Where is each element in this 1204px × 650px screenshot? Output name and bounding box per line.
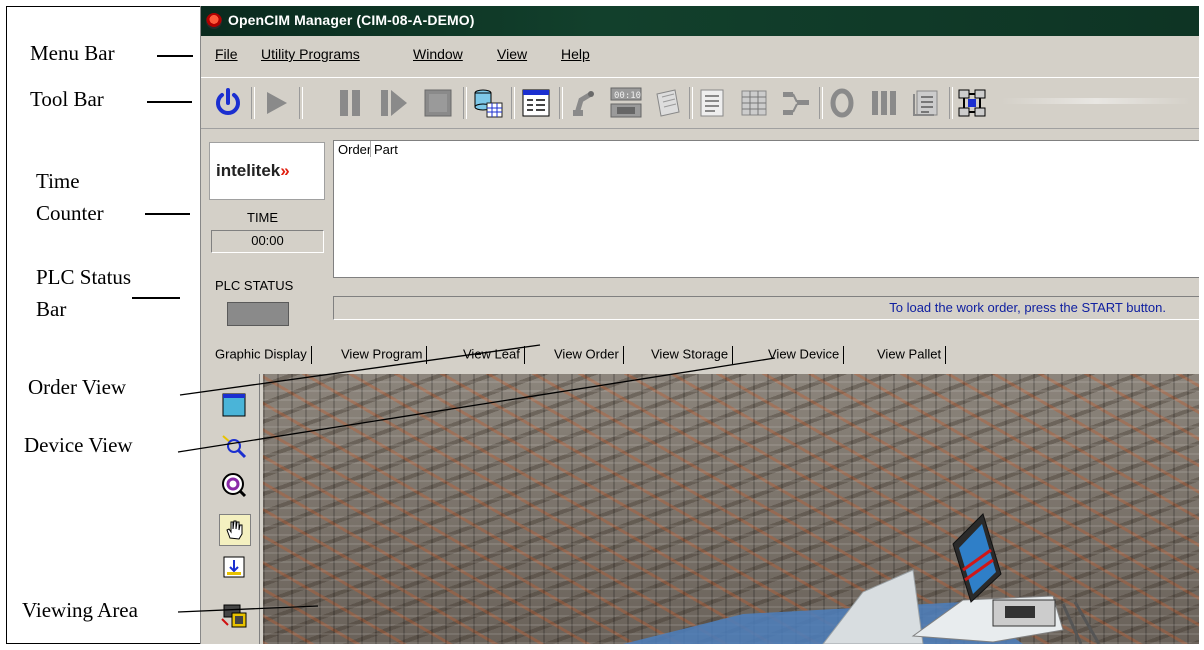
toolbar-separator (689, 87, 693, 119)
plc-status-label: PLC STATUS (215, 278, 294, 293)
toolbar-separator (511, 87, 515, 119)
window-icon[interactable] (219, 390, 249, 420)
tab-graphic-display[interactable]: Graphic Display (215, 346, 312, 366)
leader-time-counter (145, 213, 190, 215)
toolbar-separator (949, 87, 953, 119)
logo-text: intelitek (216, 161, 281, 180)
menu-file[interactable]: File (215, 46, 238, 62)
power-icon[interactable] (211, 86, 245, 120)
pause-icon[interactable] (333, 86, 367, 120)
annotation-device-view: Device View (24, 433, 133, 457)
menu-bar: File Utility Programs Window View Help (201, 39, 1199, 69)
leader-tool-bar (147, 101, 192, 103)
annotation-viewing-area: Viewing Area (22, 598, 138, 622)
menu-utility-programs[interactable]: Utility Programs (261, 46, 360, 62)
menu-view[interactable]: View (497, 46, 527, 62)
column-order[interactable]: Order (338, 142, 371, 157)
step-icon[interactable] (377, 86, 411, 120)
tool-bar: 00:10 (201, 77, 1199, 129)
hand-icon[interactable] (219, 514, 251, 546)
tab-view-leaf[interactable]: View Leaf (463, 346, 525, 366)
network-icon[interactable] (955, 86, 989, 120)
scene-3d (623, 513, 1101, 644)
window-title: OpenCIM Manager (CIM-08-A-DEMO) (228, 12, 475, 28)
document-icon[interactable] (695, 86, 729, 120)
form-icon[interactable] (519, 86, 553, 120)
tab-view-device[interactable]: View Device (768, 346, 845, 366)
play-icon[interactable] (259, 86, 293, 120)
camera-icon[interactable] (219, 600, 249, 630)
time-label: TIME (247, 210, 279, 225)
annotation-menu-bar: Menu Bar (30, 41, 115, 65)
stop-icon[interactable] (421, 86, 455, 120)
toolbar-separator (819, 87, 823, 119)
app-icon (206, 13, 222, 29)
columns-icon[interactable] (867, 86, 901, 120)
opencim-window: OpenCIM Manager (CIM-08-A-DEMO) File Uti… (200, 6, 1199, 644)
rotate-icon[interactable] (219, 470, 249, 500)
annotation-tool-bar: Tool Bar (30, 87, 104, 111)
column-separator (370, 141, 371, 157)
toolbar-separator (251, 87, 255, 119)
annotation-plc-2: Bar (36, 297, 67, 321)
annotation-plc-1: PLC Status (36, 265, 132, 289)
machine-slot (1005, 606, 1035, 618)
tab-view-pallet[interactable]: View Pallet (877, 346, 947, 366)
logo-arrows: » (280, 161, 290, 180)
status-message: To load the work order, press the START … (889, 300, 1166, 315)
order-list[interactable]: Order Part (333, 140, 1199, 278)
menu-window[interactable]: Window (413, 46, 463, 62)
database-icon[interactable] (471, 86, 505, 120)
leader-menu-bar (157, 55, 193, 57)
time-counter: 00:00 (211, 230, 324, 253)
toolbar-separator (299, 87, 303, 119)
tab-view-order[interactable]: View Order (554, 346, 624, 366)
tab-view-program[interactable]: View Program (341, 346, 428, 366)
annotation-time-counter-1: Time (36, 169, 80, 193)
leader-plc (132, 297, 180, 299)
pan-icon[interactable] (219, 552, 249, 582)
status-message-bar: To load the work order, press the START … (333, 296, 1199, 320)
grid-icon[interactable] (737, 86, 771, 120)
flow-icon[interactable] (779, 86, 813, 120)
menu-help[interactable]: Help (561, 46, 590, 62)
annotation-time-counter-2: Counter (36, 201, 104, 225)
toolbar-grip (1001, 98, 1191, 104)
toolbar-separator (559, 87, 563, 119)
svg-text:00:10: 00:10 (614, 91, 641, 101)
zoom-icon[interactable] (219, 432, 249, 462)
plc-status-indicator (227, 302, 289, 326)
robot-arm-icon[interactable] (567, 86, 601, 120)
tab-view-storage[interactable]: View Storage (651, 346, 734, 366)
intelitek-logo: intelitek» (209, 142, 325, 200)
ring-icon[interactable] (825, 86, 859, 120)
column-part[interactable]: Part (374, 142, 398, 157)
machine-legs (1061, 601, 1101, 644)
graphic-toolbar (209, 374, 260, 644)
machine-frame (822, 569, 924, 644)
report-icon[interactable] (909, 86, 943, 120)
title-bar[interactable]: OpenCIM Manager (CIM-08-A-DEMO) (201, 6, 1199, 36)
timer-icon[interactable]: 00:10 (609, 86, 643, 120)
annotation-order-view: Order View (28, 375, 127, 399)
viewing-area[interactable] (263, 374, 1199, 644)
notebook-icon[interactable] (651, 86, 685, 120)
toolbar-separator (463, 87, 467, 119)
